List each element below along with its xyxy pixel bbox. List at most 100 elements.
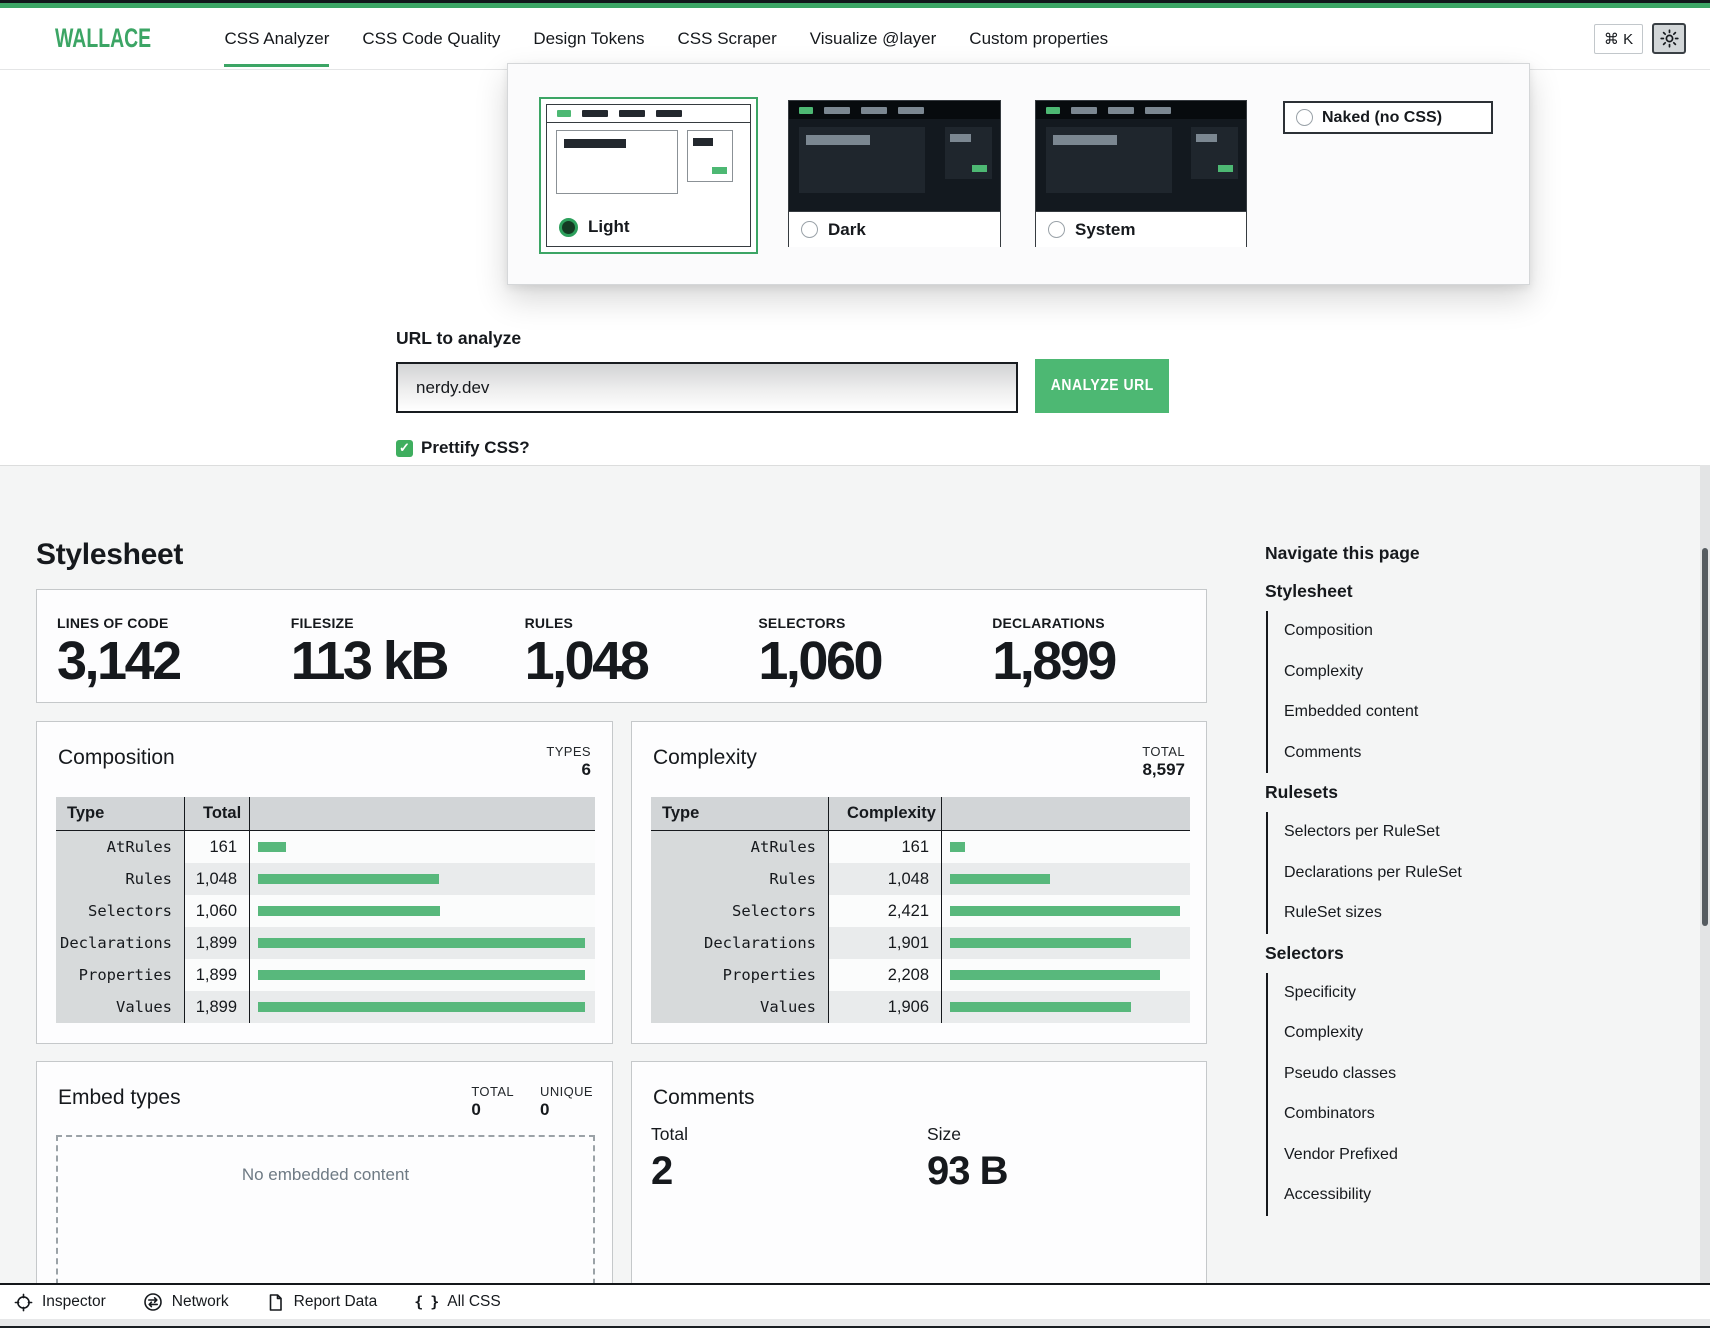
pill-decoration: [799, 107, 813, 114]
bar-decoration: [1196, 134, 1217, 142]
toc-section-selectors[interactable]: Selectors: [1265, 943, 1645, 964]
top-navbar: WALLACE CSS Analyzer CSS Code Quality De…: [0, 8, 1710, 70]
pill-decoration: [1108, 107, 1134, 114]
value-bar: [950, 874, 1050, 884]
prettify-checkbox[interactable]: ✓: [396, 440, 413, 457]
radio-system[interactable]: [1048, 221, 1065, 238]
empty-state-box: No embedded content: [56, 1135, 595, 1295]
url-input[interactable]: [396, 362, 1018, 413]
theme-option-dark[interactable]: Dark: [788, 100, 1001, 247]
network-icon: [143, 1292, 163, 1312]
devtools-toolbar: Inspector Network Report Data { } All CS…: [0, 1283, 1710, 1319]
toc-section-stylesheet[interactable]: Stylesheet: [1265, 581, 1645, 602]
bar-decoration: [564, 139, 626, 148]
main-nav: CSS Analyzer CSS Code Quality Design Tok…: [224, 8, 1108, 69]
pill-decoration: [619, 110, 645, 117]
toc-item-pseudo-classes[interactable]: Pseudo classes: [1284, 1054, 1645, 1095]
toc-item-combinators[interactable]: Combinators: [1284, 1094, 1645, 1135]
comments-total: Total 2: [651, 1124, 688, 1191]
theme-toggle-button[interactable]: [1652, 23, 1686, 54]
toc-item-accessibility[interactable]: Accessibility: [1284, 1175, 1645, 1216]
composition-table: Type Total AtRules 161 Rules 1,048 Selec…: [56, 797, 595, 1023]
table-row: Values 1,906: [651, 991, 1190, 1023]
stat-filesize: FILESIZE 113 kB: [271, 615, 505, 688]
bar-decoration: [1053, 135, 1117, 145]
tool-all-css[interactable]: { } All CSS: [414, 1293, 501, 1311]
toc-item-composition[interactable]: Composition: [1284, 611, 1645, 652]
bar-decoration: [806, 135, 870, 145]
analyze-url-button[interactable]: ANALYZE URL: [1035, 359, 1169, 413]
tool-inspector[interactable]: Inspector: [14, 1293, 106, 1312]
table-row: Rules 1,048: [651, 863, 1190, 895]
theme-label-system: System: [1075, 220, 1135, 240]
complexity-panel: Complexity TOTAL 8,597 Type Complexity A…: [631, 721, 1207, 1044]
nav-item-visualize-layer[interactable]: Visualize @layer: [810, 8, 937, 69]
tool-report-data[interactable]: Report Data: [266, 1293, 378, 1312]
complexity-meta: TOTAL 8,597: [1142, 744, 1185, 780]
braces-icon: { }: [414, 1293, 438, 1311]
toc-group: Composition Complexity Embedded content …: [1266, 611, 1645, 773]
radio-naked[interactable]: [1296, 109, 1313, 126]
empty-state-message: No embedded content: [242, 1165, 409, 1293]
preview-card: [799, 127, 925, 193]
preview-navbar: [547, 105, 750, 123]
command-k-button[interactable]: ⌘ K: [1594, 24, 1643, 54]
nav-item-css-scraper[interactable]: CSS Scraper: [678, 8, 777, 69]
value-bar: [950, 842, 965, 852]
toc-item-comments[interactable]: Comments: [1284, 733, 1645, 774]
comments-size: Size 93 B: [927, 1124, 1008, 1191]
page-toc: Navigate this page Stylesheet Compositio…: [1265, 543, 1645, 1216]
stat-selectors: SELECTORS 1,060: [738, 615, 972, 688]
window-bottom-strip: [0, 1319, 1710, 1328]
preview-body: [547, 123, 750, 208]
nav-item-custom-properties[interactable]: Custom properties: [969, 8, 1108, 69]
nav-item-css-code-quality[interactable]: CSS Code Quality: [362, 8, 500, 69]
toc-item-ruleset-sizes[interactable]: RuleSet sizes: [1284, 893, 1645, 934]
toc-item-declarations-per-ruleset[interactable]: Declarations per RuleSet: [1284, 853, 1645, 894]
stat-lines-of-code: LINES OF CODE 3,142: [37, 615, 271, 688]
radio-dark[interactable]: [801, 221, 818, 238]
value-bar: [950, 1002, 1131, 1012]
toc-item-complexity[interactable]: Complexity: [1284, 652, 1645, 693]
preview-body: [789, 119, 1000, 211]
bar-decoration: [712, 167, 727, 174]
value-bar: [950, 938, 1131, 948]
stat-rules: RULES 1,048: [505, 615, 739, 688]
toc-item-selector-complexity[interactable]: Complexity: [1284, 1013, 1645, 1054]
nav-item-design-tokens[interactable]: Design Tokens: [533, 8, 644, 69]
url-label: URL to analyze: [396, 328, 521, 349]
table-row: Selectors 1,060: [56, 895, 595, 927]
radio-light-selected[interactable]: [559, 218, 578, 237]
value-bar: [258, 1002, 585, 1012]
pill-decoration: [582, 110, 608, 117]
nav-item-css-analyzer[interactable]: CSS Analyzer: [224, 8, 329, 69]
embed-types-meta: TOTAL 0 UNIQUE 0: [471, 1084, 593, 1120]
sun-icon: [1660, 29, 1679, 48]
toc-item-specificity[interactable]: Specificity: [1284, 973, 1645, 1014]
scrollbar-track[interactable]: [1700, 465, 1710, 1319]
theme-option-system[interactable]: System: [1035, 100, 1247, 247]
tool-network[interactable]: Network: [143, 1292, 229, 1312]
toc-item-vendor-prefixed[interactable]: Vendor Prefixed: [1284, 1135, 1645, 1176]
wallace-logo[interactable]: WALLACE: [55, 23, 151, 54]
toc-item-selectors-per-ruleset[interactable]: Selectors per RuleSet: [1284, 812, 1645, 853]
value-bar: [950, 906, 1180, 916]
theme-preview-system: [1036, 101, 1246, 211]
bar-decoration: [1218, 165, 1233, 172]
theme-option-light[interactable]: Light: [539, 97, 758, 254]
toc-section-rulesets[interactable]: Rulesets: [1265, 782, 1645, 803]
theme-label-light: Light: [588, 217, 630, 237]
scrollbar-thumb[interactable]: [1702, 548, 1708, 926]
preview-card: [945, 127, 992, 179]
complexity-title: Complexity: [653, 746, 757, 770]
embed-types-title: Embed types: [58, 1086, 181, 1110]
value-bar: [258, 874, 439, 884]
theme-option-naked[interactable]: Naked (no CSS): [1283, 101, 1493, 134]
complexity-table: Type Complexity AtRules 161 Rules 1,048 …: [651, 797, 1190, 1023]
composition-panel: Composition TYPES 6 Type Total AtRules 1…: [36, 721, 613, 1044]
pill-decoration: [824, 107, 850, 114]
table-row: Declarations 1,901: [651, 927, 1190, 959]
table-row: Declarations 1,899: [56, 927, 595, 959]
pill-decoration: [1071, 107, 1097, 114]
toc-item-embedded-content[interactable]: Embedded content: [1284, 692, 1645, 733]
